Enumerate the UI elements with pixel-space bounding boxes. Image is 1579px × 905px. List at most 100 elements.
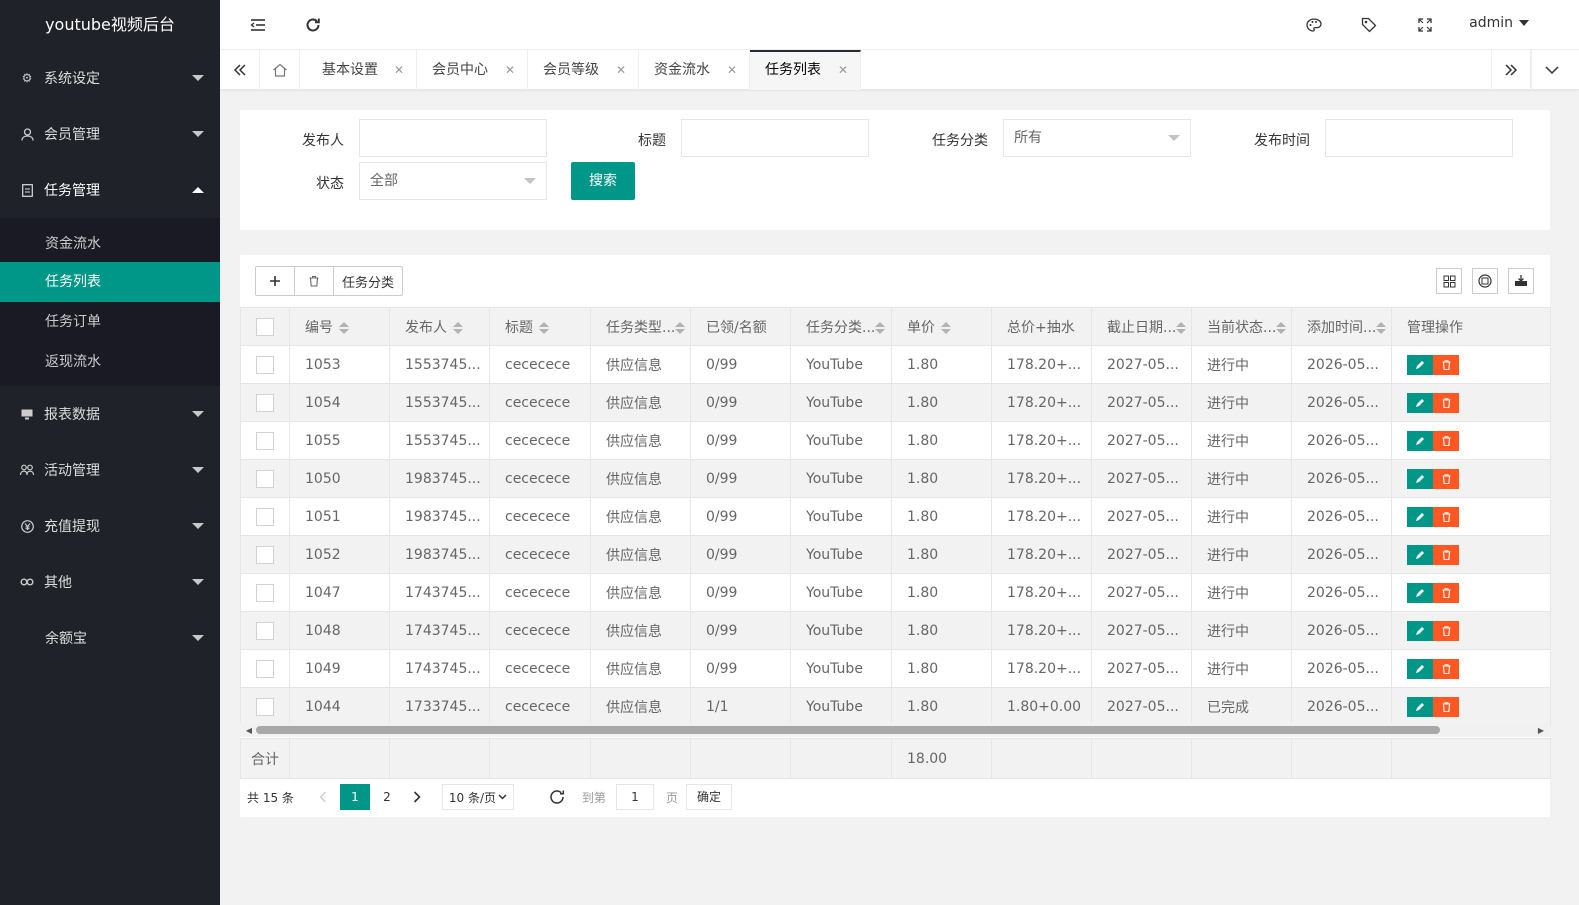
prev-page-icon[interactable] — [310, 784, 336, 810]
edit-icon[interactable] — [1407, 582, 1433, 603]
edit-icon[interactable] — [1407, 506, 1433, 527]
collapse-menu-icon[interactable] — [248, 15, 268, 35]
row-checkbox[interactable] — [256, 469, 274, 488]
row-checkbox[interactable] — [256, 621, 274, 640]
tab-member-level[interactable]: 会员等级 ✕ — [528, 50, 639, 90]
row-checkbox[interactable] — [256, 355, 274, 374]
page-1-button[interactable]: 1 — [339, 784, 370, 810]
sidebar-item-member-management[interactable]: 会员管理 — [0, 106, 220, 162]
scrollbar-thumb[interactable] — [256, 726, 1440, 734]
export-icon[interactable] — [1508, 268, 1534, 294]
sidebar-item-activity-management[interactable]: 活动管理 — [0, 442, 220, 498]
task-category-button[interactable]: 任务分类 — [334, 267, 402, 295]
sidebar-item-cashback-flow[interactable]: 返现流水 — [0, 342, 220, 386]
column-header-task-category[interactable]: 任务分类... — [790, 307, 892, 346]
edit-icon[interactable] — [1407, 658, 1433, 679]
category-select[interactable]: 所有 — [1003, 119, 1191, 157]
sort-icon[interactable] — [453, 321, 463, 334]
sidebar-item-recharge-withdraw[interactable]: 充值提现 — [0, 498, 220, 554]
column-header-deadline[interactable]: 截止日期... — [1091, 307, 1192, 346]
close-icon[interactable]: ✕ — [838, 52, 848, 89]
column-header-id[interactable]: 编号 — [289, 307, 390, 346]
publisher-input[interactable] — [359, 119, 547, 157]
row-checkbox[interactable] — [256, 393, 274, 412]
sort-icon[interactable] — [941, 321, 951, 334]
column-header-task-type[interactable]: 任务类型... — [590, 307, 691, 346]
column-header-publisher[interactable]: 发布人 — [389, 307, 490, 346]
column-header-title[interactable]: 标题 — [489, 307, 591, 346]
select-all-checkbox[interactable] — [256, 317, 274, 336]
edit-icon[interactable] — [1407, 544, 1433, 565]
edit-icon[interactable] — [1407, 696, 1433, 717]
sort-icon[interactable] — [875, 321, 886, 334]
delete-icon[interactable] — [1433, 658, 1459, 679]
column-header-created-time[interactable]: 添加时间... — [1291, 307, 1392, 346]
refresh-page-icon[interactable] — [544, 784, 570, 810]
title-input[interactable] — [681, 119, 869, 157]
close-icon[interactable]: ✕ — [616, 50, 626, 90]
row-checkbox[interactable] — [256, 659, 274, 678]
close-icon[interactable]: ✕ — [505, 50, 515, 90]
tabs-scroll-right-icon[interactable] — [1491, 50, 1531, 90]
publish-time-input[interactable] — [1325, 119, 1513, 157]
sidebar-item-task-list[interactable]: 任务列表 — [0, 262, 220, 302]
scroll-right-arrow-icon[interactable]: ▶ — [1534, 723, 1548, 737]
home-tab-icon[interactable] — [260, 50, 300, 90]
row-checkbox[interactable] — [256, 583, 274, 602]
goto-confirm-button[interactable]: 确定 — [685, 784, 732, 810]
edit-icon[interactable] — [1407, 430, 1433, 451]
row-checkbox[interactable] — [256, 431, 274, 450]
goto-page-input[interactable]: 1 — [615, 784, 654, 810]
delete-icon[interactable] — [1433, 696, 1459, 717]
tab-basic-settings[interactable]: 基本设置 ✕ — [300, 50, 417, 90]
page-2-button[interactable]: 2 — [374, 784, 400, 810]
print-icon[interactable] — [1472, 268, 1498, 294]
sidebar-item-system-settings[interactable]: ⚙ 系统设定 — [0, 50, 220, 106]
sidebar-item-yuebao[interactable]: 余额宝 — [0, 610, 220, 666]
sort-icon[interactable] — [1176, 321, 1187, 334]
delete-icon[interactable] — [1433, 468, 1459, 489]
fullscreen-icon[interactable] — [1415, 15, 1435, 35]
sidebar-item-report-data[interactable]: 报表数据 — [0, 386, 220, 442]
sort-icon[interactable] — [1376, 321, 1387, 334]
delete-icon[interactable] — [1433, 544, 1459, 565]
sidebar-item-other[interactable]: 其他 — [0, 554, 220, 610]
tabs-scroll-left-icon[interactable] — [220, 50, 260, 90]
delete-icon[interactable] — [1433, 582, 1459, 603]
columns-filter-icon[interactable] — [1436, 268, 1462, 294]
user-menu[interactable]: admin — [1469, 15, 1529, 31]
sidebar-item-fund-flow[interactable]: 资金流水 — [0, 218, 220, 262]
sidebar-item-task-management[interactable]: 任务管理 — [0, 162, 220, 218]
sort-icon[interactable] — [539, 321, 549, 334]
refresh-icon[interactable] — [303, 15, 323, 35]
delete-icon[interactable] — [1433, 392, 1459, 413]
sidebar-item-task-orders[interactable]: 任务订单 — [0, 302, 220, 342]
sort-icon[interactable] — [1276, 321, 1287, 334]
tag-icon[interactable] — [1359, 15, 1379, 35]
palette-icon[interactable] — [1304, 15, 1324, 35]
tab-member-center[interactable]: 会员中心 ✕ — [417, 50, 528, 90]
scroll-left-arrow-icon[interactable]: ◀ — [242, 723, 256, 737]
edit-icon[interactable] — [1407, 620, 1433, 641]
column-header-unit-price[interactable]: 单价 — [891, 307, 992, 346]
edit-icon[interactable] — [1407, 392, 1433, 413]
search-button[interactable]: 搜索 — [571, 162, 635, 200]
edit-icon[interactable] — [1407, 354, 1433, 375]
row-checkbox[interactable] — [256, 545, 274, 564]
delete-icon[interactable] — [1433, 620, 1459, 641]
delete-icon[interactable] — [1433, 354, 1459, 375]
row-checkbox[interactable] — [256, 697, 274, 716]
page-size-select[interactable]: 10 条/页 — [441, 784, 514, 810]
tab-fund-flow[interactable]: 资金流水 ✕ — [639, 50, 750, 90]
status-select[interactable]: 全部 — [359, 162, 547, 200]
close-icon[interactable]: ✕ — [727, 50, 737, 90]
tab-task-list[interactable]: 任务列表 ✕ — [750, 50, 861, 90]
sort-icon[interactable] — [675, 321, 686, 334]
row-checkbox[interactable] — [256, 507, 274, 526]
delete-icon[interactable] — [1433, 506, 1459, 527]
column-header-status[interactable]: 当前状态... — [1191, 307, 1292, 346]
next-page-icon[interactable] — [404, 784, 430, 810]
horizontal-scrollbar[interactable]: ◀ ▶ — [240, 723, 1550, 737]
delete-icon[interactable] — [1433, 430, 1459, 451]
close-icon[interactable]: ✕ — [394, 50, 404, 90]
